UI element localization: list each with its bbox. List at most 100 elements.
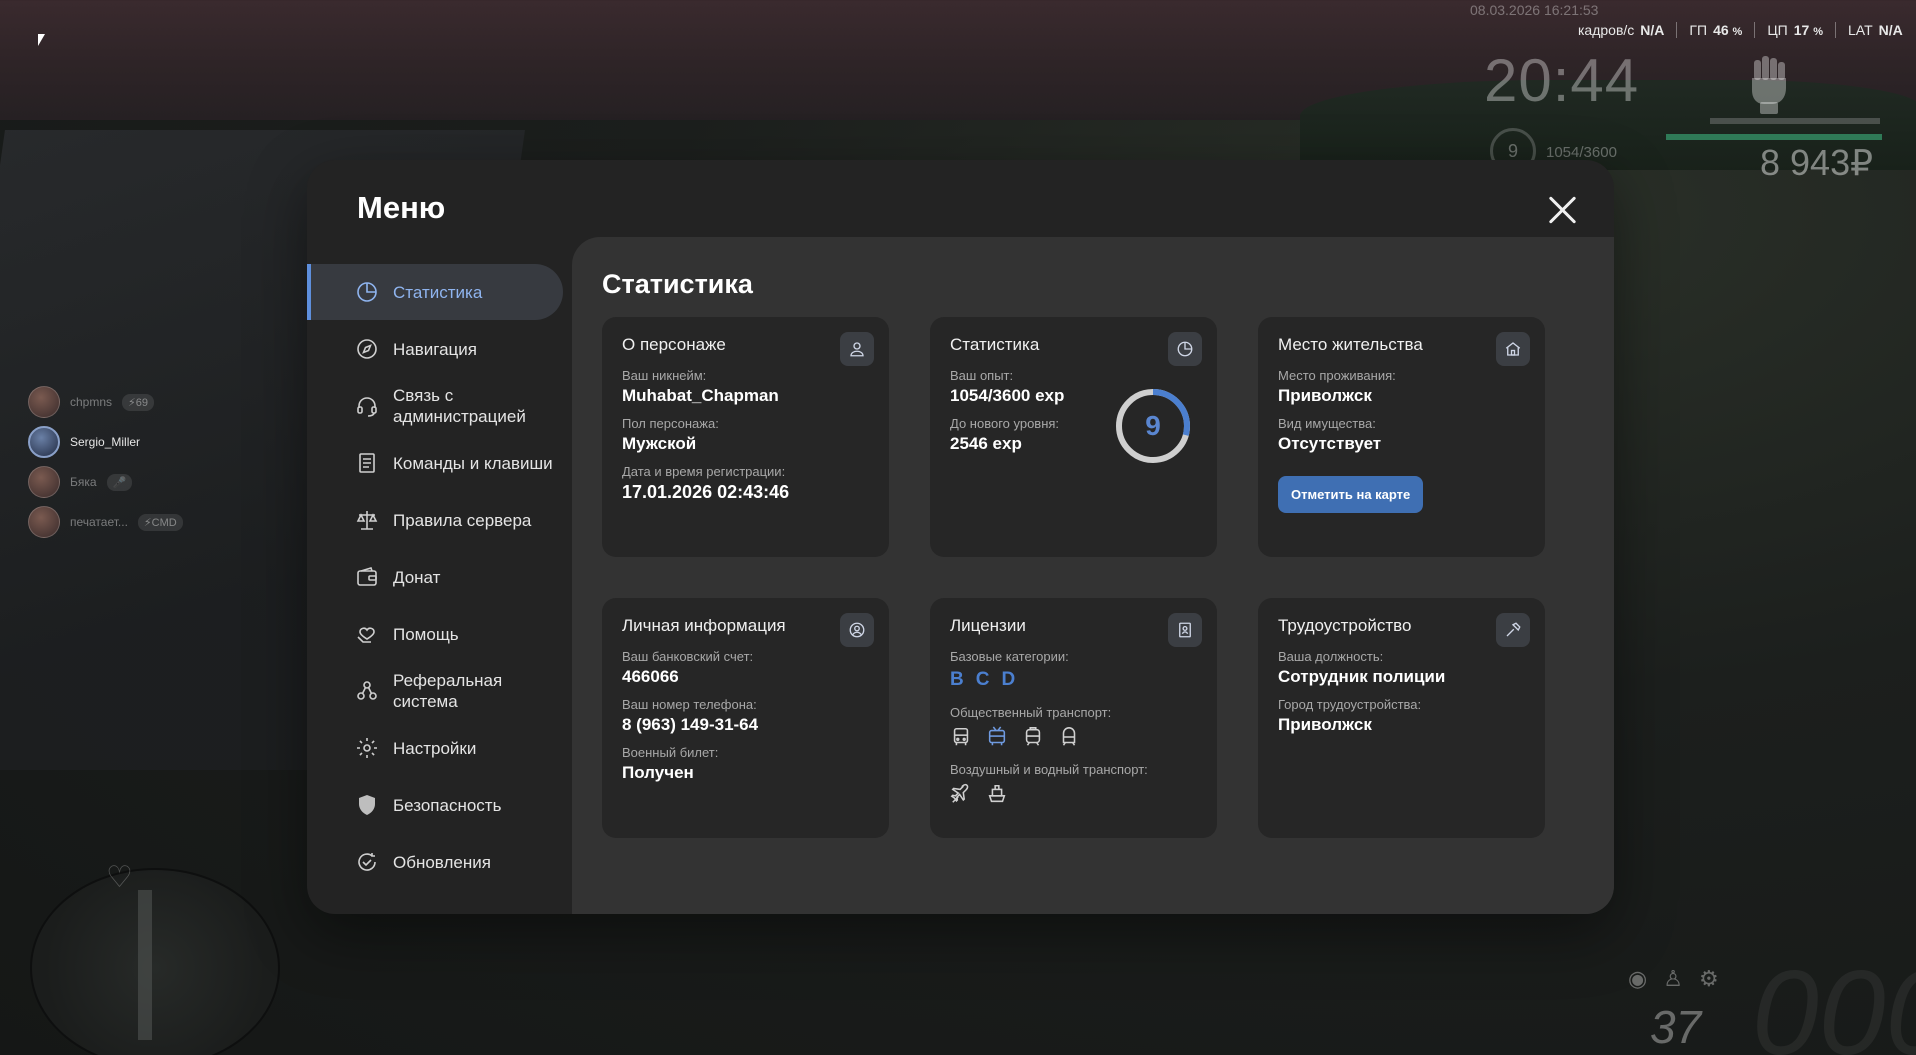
headlight-icon: ◉ bbox=[1628, 966, 1648, 991]
gpu-value: 46 bbox=[1713, 22, 1729, 38]
close-button[interactable] bbox=[1547, 195, 1577, 225]
minimap bbox=[30, 868, 280, 1055]
referral-icon bbox=[357, 681, 377, 700]
hud-datetime: 08.03.2026 16:21:53 bbox=[1470, 2, 1599, 18]
bank-value: 466066 bbox=[622, 667, 679, 686]
headset-icon bbox=[357, 397, 377, 417]
player-item: Sergio_Miller bbox=[28, 426, 183, 458]
license-card-icon bbox=[1168, 613, 1202, 647]
menu-title: Меню bbox=[357, 190, 446, 225]
air-water-transport-icons bbox=[950, 783, 1197, 805]
lat-value: N/A bbox=[1878, 22, 1903, 38]
sidebar-item-label: Настройки bbox=[393, 738, 477, 758]
boat-icon bbox=[988, 784, 1006, 803]
menu-modal: Меню Статистика Навигация Связь с админи… bbox=[307, 160, 1614, 914]
gpu-pct: % bbox=[1732, 26, 1743, 38]
avatar bbox=[28, 466, 60, 498]
scales-icon bbox=[356, 511, 378, 530]
sidebar-item-updates[interactable]: Обновления bbox=[307, 834, 563, 890]
hud-money: 8 943₽ bbox=[1760, 142, 1873, 183]
position-value: Сотрудник полиции bbox=[1278, 667, 1446, 686]
avatar bbox=[28, 506, 60, 538]
sidebar-item-label: Навигация bbox=[393, 339, 477, 359]
position-label: Ваша должность: bbox=[1278, 649, 1384, 664]
menu-sidebar: Статистика Навигация Связь с администрац… bbox=[307, 264, 563, 891]
card-title: Статистика bbox=[950, 335, 1040, 354]
player-item: печатает... ⚡CMD bbox=[28, 506, 183, 538]
pie-chart-icon bbox=[1168, 332, 1202, 366]
mark-on-map-button[interactable]: Отметить на карте bbox=[1278, 476, 1424, 513]
nick-label: Ваш никнейм: bbox=[622, 368, 707, 383]
military-value: Получен bbox=[622, 763, 694, 782]
hud-exp: 1054/3600 bbox=[1546, 144, 1617, 161]
sidebar-item-rules[interactable]: Правила сервера bbox=[307, 492, 563, 548]
sidebar-item-donate[interactable]: Донат bbox=[307, 549, 563, 605]
sidebar-item-admin-contact[interactable]: Связь с администрацией bbox=[307, 378, 563, 434]
registration-label: Дата и время регистрации: bbox=[622, 464, 786, 479]
sidebar-item-label: Правила сервера bbox=[393, 510, 532, 530]
category-b: B bbox=[950, 669, 964, 690]
phone-value: 8 (963) 149-31-64 bbox=[622, 715, 759, 734]
refresh-check-icon bbox=[358, 853, 376, 871]
sidebar-item-referral[interactable]: Реферальная система bbox=[307, 663, 563, 719]
sidebar-item-label: Обновления bbox=[393, 852, 491, 872]
speedometer-digits: 000 bbox=[1752, 946, 1916, 1055]
sidebar-item-help[interactable]: Помощь bbox=[307, 606, 563, 662]
personal-info-card: Личная информация Ваш банковский счет: 4… bbox=[602, 598, 889, 838]
lat-label: LAT bbox=[1848, 22, 1873, 38]
city-value: Приволжск bbox=[1278, 715, 1372, 734]
sidebar-item-settings[interactable]: Настройки bbox=[307, 720, 563, 776]
gender-label: Пол персонажа: bbox=[622, 416, 719, 431]
cpu-stat: ЦП 17 % bbox=[1755, 22, 1836, 38]
military-label: Военный билет: bbox=[622, 745, 719, 760]
player-tag: ⚡CMD bbox=[137, 513, 183, 531]
nick-value: Muhabat_Chapman bbox=[622, 386, 779, 405]
fps-label: кадров/с bbox=[1578, 22, 1635, 38]
user-icon bbox=[840, 332, 874, 366]
sidebar-item-label: Помощь bbox=[393, 624, 459, 644]
armor-bar bbox=[1710, 118, 1880, 124]
sidebar-item-navigation[interactable]: Навигация bbox=[307, 321, 563, 377]
city-label: Город трудоустройства: bbox=[1278, 697, 1422, 712]
heart-icon: ♡ bbox=[106, 861, 133, 894]
level-number: 9 bbox=[1145, 410, 1161, 441]
card-title: Лицензии bbox=[950, 616, 1026, 635]
character-card: О персонаже Ваш никнейм: Muhabat_Chapman… bbox=[602, 317, 889, 557]
cpu-label: ЦП bbox=[1767, 22, 1788, 38]
helping-hand-icon bbox=[357, 627, 375, 643]
mouse-cursor-icon bbox=[38, 34, 45, 46]
residence-card: Место жительства Место проживания: Приво… bbox=[1258, 317, 1545, 557]
pie-chart-icon bbox=[357, 282, 377, 302]
fist-weapon-icon bbox=[1752, 56, 1786, 114]
place-value: Приволжск bbox=[1278, 386, 1372, 405]
sidebar-item-label: Реферальная система bbox=[393, 671, 503, 711]
player-name: Sergio_Miller bbox=[70, 435, 141, 449]
player-item: chpmns ⚡69 bbox=[28, 386, 183, 418]
player-tag: 🎤 bbox=[106, 473, 133, 491]
player-name: chpmns bbox=[70, 395, 113, 409]
minimap-road bbox=[138, 890, 152, 1040]
gender-value: Мужской bbox=[622, 434, 697, 453]
hud-clock: 20:44 bbox=[1484, 47, 1640, 114]
compass-icon bbox=[357, 339, 377, 359]
property-label: Вид имущества: bbox=[1278, 416, 1376, 431]
fps-stat: кадров/с N/A bbox=[1566, 22, 1678, 38]
seatbelt-icon: ♙ bbox=[1663, 966, 1683, 991]
card-title: О персонаже bbox=[622, 335, 726, 354]
card-title: Личная информация bbox=[622, 616, 786, 635]
bank-label: Ваш банковский счет: bbox=[622, 649, 754, 664]
sidebar-item-security[interactable]: Безопасность bbox=[307, 777, 563, 833]
sidebar-item-commands[interactable]: Команды и клавиши bbox=[307, 435, 563, 491]
public-transport-icons bbox=[950, 726, 1197, 748]
sidebar-item-label: Статистика bbox=[393, 282, 483, 302]
category-c: C bbox=[975, 669, 990, 690]
sidebar-item-statistics[interactable]: Статистика bbox=[307, 264, 563, 320]
trolleybus-icon bbox=[988, 726, 1006, 746]
sidebar-item-label: Связь с администрацией bbox=[393, 386, 526, 426]
employment-card: Трудоустройство Ваша должность: Сотрудни… bbox=[1258, 598, 1545, 838]
sidebar-item-label: Донат bbox=[393, 567, 441, 587]
shield-icon bbox=[359, 795, 375, 815]
sidebar-item-label: Команды и клавиши bbox=[393, 453, 553, 473]
gear-icon bbox=[357, 738, 377, 758]
player-tag: ⚡69 bbox=[122, 393, 154, 411]
